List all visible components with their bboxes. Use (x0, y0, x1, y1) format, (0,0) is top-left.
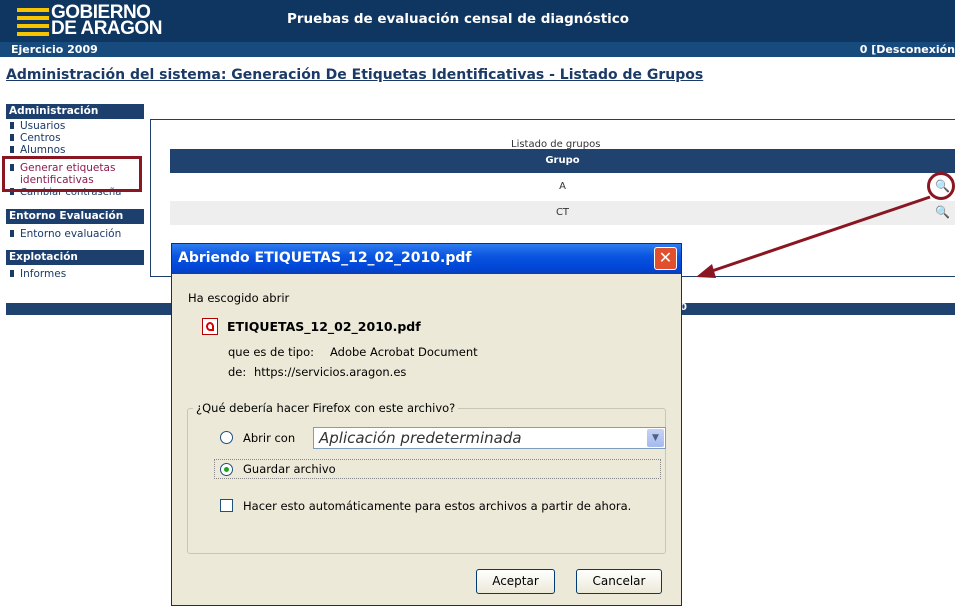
app-header: GOBIERNO DE ARAGON Pruebas de evaluación… (0, 0, 955, 57)
app-title: Pruebas de evaluación censal de diagnóst… (287, 11, 630, 27)
save-file-radio[interactable] (220, 463, 233, 476)
sidebar-item-centros[interactable]: Centros (10, 132, 61, 144)
auto-action-label[interactable]: Hacer esto automáticamente para estos ar… (243, 499, 631, 513)
save-file-label[interactable]: Guardar archivo (243, 462, 336, 476)
bullet-icon (10, 230, 14, 237)
table-header-grupo: Grupo (170, 149, 955, 173)
cancel-button[interactable]: Cancelar (576, 569, 662, 594)
table-cell: A (559, 181, 566, 192)
logo-text: GOBIERNO DE ARAGON (51, 2, 162, 39)
chevron-down-icon[interactable]: ▼ (647, 429, 664, 447)
open-with-label[interactable]: Abrir con (243, 431, 295, 445)
table-row: CT (170, 201, 955, 225)
accept-button[interactable]: Aceptar (476, 569, 555, 594)
dialog-intro: Ha escogido abrir (188, 291, 290, 305)
bullet-icon (10, 146, 14, 153)
dialog-title: Abriendo ETIQUETAS_12_02_2010.pdf (178, 250, 472, 266)
sidebar-item-usuarios[interactable]: Usuarios (10, 120, 65, 132)
pdf-file-icon (202, 318, 218, 335)
page-title: Administración del sistema: Generación D… (6, 67, 704, 83)
application-select[interactable]: Aplicación predeterminada ▼ (313, 427, 666, 449)
sidebar-item-informes[interactable]: Informes (10, 268, 66, 280)
bullet-icon (10, 122, 14, 129)
sidebar-section-explotacion: Explotación (6, 250, 144, 265)
dialog-titlebar[interactable]: Abriendo ETIQUETAS_12_02_2010.pdf ✕ (172, 244, 681, 274)
auto-action-checkbox[interactable] (220, 499, 233, 512)
sidebar-item-alumnos[interactable]: Alumnos (10, 144, 66, 156)
table-row: A (170, 175, 955, 199)
sidebar-item-entorno-evaluacion[interactable]: Entorno evaluación (10, 228, 121, 240)
open-file-dialog: Abriendo ETIQUETAS_12_02_2010.pdf ✕ Ha e… (171, 243, 682, 606)
bullet-icon (10, 134, 14, 141)
close-icon[interactable]: ✕ (654, 247, 677, 270)
file-source-label: de: (228, 365, 247, 379)
logout-link[interactable]: 0 [Desconexión (860, 43, 955, 56)
sidebar-section-evaluacion: Entorno Evaluación (6, 209, 144, 224)
sidebar-section-admin: Administración sistema (6, 104, 144, 132)
exercise-year: Ejercicio 2009 (11, 43, 98, 56)
annotation-circle (927, 172, 955, 200)
annotation-highlight-box (2, 156, 142, 192)
application-select-value: Aplicación predeterminada (319, 429, 522, 447)
file-source-value: https://servicios.aragon.es (254, 365, 407, 379)
file-type-value: Adobe Acrobat Document (330, 345, 478, 359)
file-type-label: que es de tipo: (228, 345, 314, 359)
aragon-logo-icon (17, 4, 49, 44)
table-cell: CT (555, 207, 570, 218)
header-subbar (0, 42, 955, 57)
bullet-icon (10, 270, 14, 277)
action-question: ¿Qué debería hacer Firefox con este arch… (193, 401, 459, 415)
open-with-radio[interactable] (220, 431, 233, 444)
dialog-filename: ETIQUETAS_12_02_2010.pdf (227, 319, 421, 334)
magnifier-icon[interactable]: 🔍 (935, 205, 950, 219)
